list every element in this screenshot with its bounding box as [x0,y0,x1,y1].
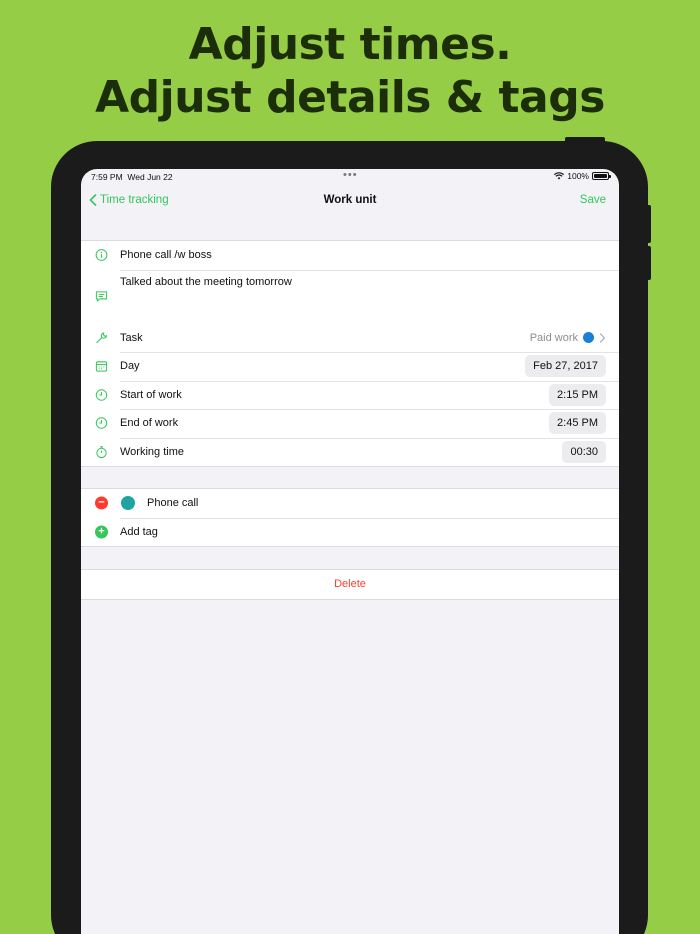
delete-section: Delete [81,569,619,600]
remove-tag-icon[interactable]: − [95,496,108,510]
save-button[interactable]: Save [580,194,606,206]
working-time-label: Working time [120,445,184,458]
notes-row[interactable]: Talked about the meeting tomorrow [81,269,619,324]
title-row[interactable]: Phone call /w boss [81,241,619,270]
wifi-icon [554,172,565,180]
day-picker[interactable]: Feb 27, 2017 [525,355,606,378]
app-screen: 7:59 PM Wed Jun 22 ••• 100% Time trackin… [81,169,619,934]
clock-icon [95,389,108,401]
tablet-volume-up-button [646,205,651,243]
multitasking-dots-icon[interactable]: ••• [343,169,358,181]
start-label: Start of work [120,388,182,401]
tag-row: − Phone call [81,489,619,518]
task-color-dot [583,332,594,344]
end-label: End of work [120,417,179,430]
working-time-picker[interactable]: 00:30 [562,440,606,463]
calendar-icon [95,361,108,372]
tag-color-dot [121,496,135,511]
tags-section: − Phone call + Add tag [81,488,619,547]
navigation-bar: Time tracking Work unit Save [81,189,619,215]
add-tag-label: Add tag [120,525,158,538]
stopwatch-icon [96,445,107,458]
start-time-picker[interactable]: 2:15 PM [549,383,606,406]
day-label: Day [120,360,140,373]
comment-icon [95,290,108,302]
start-row: Start of work 2:15 PM [81,380,619,410]
task-value: Paid work [529,331,578,344]
clock-icon [95,417,108,429]
headline-line-1: Adjust times. [188,19,512,70]
status-bar: 7:59 PM Wed Jun 22 ••• 100% [81,169,619,185]
day-row: Day Feb 27, 2017 [81,352,619,381]
tablet-volume-down-button [646,246,651,280]
headline-line-2: Adjust details & tags [95,72,605,123]
wrench-icon [96,332,108,343]
page-title: Work unit [323,194,377,206]
status-time: 7:59 PM [91,172,123,182]
notes-value[interactable]: Talked about the meeting tomorrow [120,276,292,288]
title-value[interactable]: Phone call /w boss [120,249,212,261]
add-tag-row[interactable]: + Add tag [81,517,619,547]
battery-percentage: 100% [567,171,589,181]
info-icon [95,249,108,262]
delete-button[interactable]: Delete [81,570,619,599]
end-row: End of work 2:45 PM [81,409,619,438]
status-date: Wed Jun 22 [127,172,173,182]
marketing-headline: Adjust times. Adjust details & tags [0,18,700,124]
task-label: Task [120,331,143,344]
tag-label: Phone call [147,497,199,510]
details-section: Phone call /w boss Talked about the meet… [81,240,619,467]
tablet-top-button [565,137,605,143]
battery-icon [592,172,611,180]
task-row[interactable]: Task Paid work [81,324,619,353]
chevron-right-icon [599,333,606,343]
working-time-row: Working time 00:30 [81,437,619,467]
add-tag-icon[interactable]: + [95,525,108,539]
end-time-picker[interactable]: 2:45 PM [549,412,606,435]
